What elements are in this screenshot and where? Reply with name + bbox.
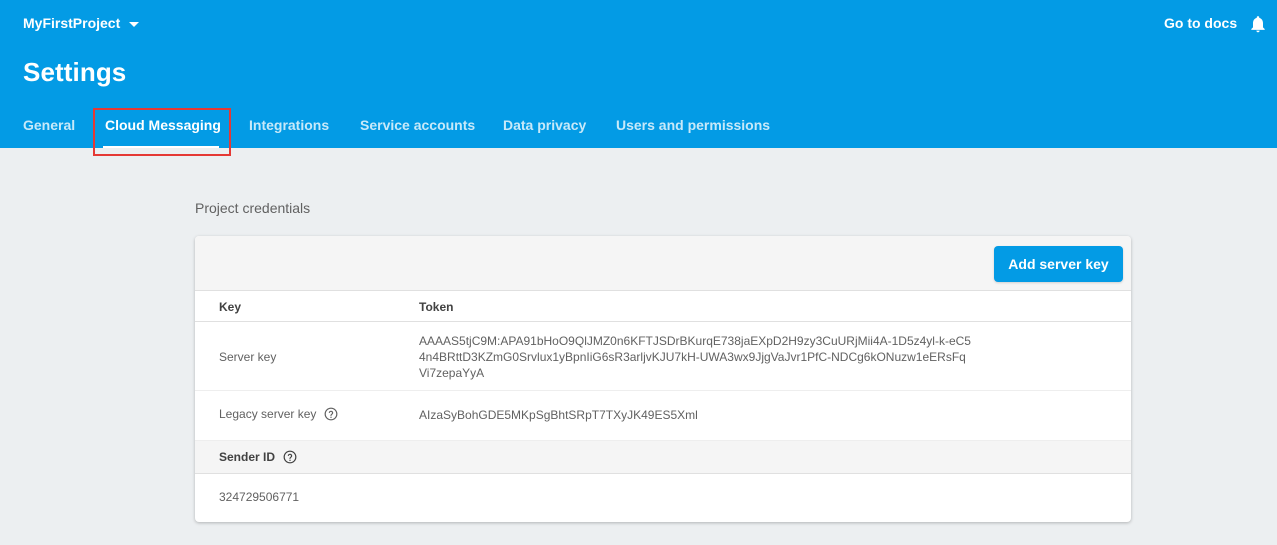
server-key-label: Server key	[219, 350, 277, 364]
project-name: MyFirstProject	[23, 15, 121, 31]
page-title: Settings	[23, 57, 127, 87]
table-header: Key Token	[195, 292, 1131, 322]
token-line: 4n4BRttD3KZmG0Srvlux1yBpnIiG6sR3arljvKJU…	[419, 350, 966, 364]
table-row: Server key AAAAS5tjC9M:APA91bHoO9QlJMZ0n…	[195, 323, 1131, 391]
column-header-key: Key	[219, 300, 242, 314]
server-key-token[interactable]: AAAAS5tjC9M:APA91bHoO9QlJMZ0n6KFTJSDrBKu…	[419, 333, 1019, 381]
tab-service-accounts[interactable]: Service accounts	[360, 117, 475, 133]
help-icon[interactable]	[283, 450, 297, 464]
token-line: Vi7zepaYyA	[419, 366, 485, 380]
add-server-key-button[interactable]: Add server key	[994, 246, 1123, 282]
legacy-server-key-token[interactable]: AIzaSyBohGDE5MKpSgBhtSRpT7TXyJK49ES5Xml	[419, 407, 698, 423]
card-toolbar: Add server key	[195, 236, 1131, 291]
sender-id-value[interactable]: 324729506771	[219, 490, 299, 504]
sender-id-label: Sender ID	[219, 450, 276, 464]
table-row: Legacy server key AIzaSyBohGDE5MKpSgBhtS…	[195, 391, 1131, 441]
token-line: AAAAS5tjC9M:APA91bHoO9QlJMZ0n6KFTJSDrBKu…	[419, 334, 971, 348]
legacy-key-cell: Legacy server key	[219, 407, 338, 421]
tab-users-and-permissions[interactable]: Users and permissions	[616, 117, 770, 133]
bell-icon[interactable]	[1248, 13, 1268, 35]
sender-id-cell: Sender ID	[219, 450, 297, 464]
chevron-down-icon	[129, 21, 140, 27]
legacy-server-key-label: Legacy server key	[219, 407, 317, 421]
credentials-card: Add server key Key Token Server key AAAA…	[195, 236, 1131, 522]
tab-integrations[interactable]: Integrations	[249, 117, 329, 133]
section-heading: Project credentials	[195, 200, 311, 216]
sender-id-header: Sender ID	[195, 441, 1131, 474]
go-to-docs-link[interactable]: Go to docs	[1164, 15, 1237, 31]
project-selector[interactable]: MyFirstProject	[23, 15, 140, 31]
tab-general[interactable]: General	[23, 117, 75, 133]
help-icon[interactable]	[324, 407, 338, 421]
highlight-box	[93, 108, 231, 156]
column-header-token: Token	[419, 300, 454, 314]
top-header: MyFirstProject Go to docs Settings Gener…	[0, 0, 1277, 156]
tab-data-privacy[interactable]: Data privacy	[503, 117, 586, 133]
